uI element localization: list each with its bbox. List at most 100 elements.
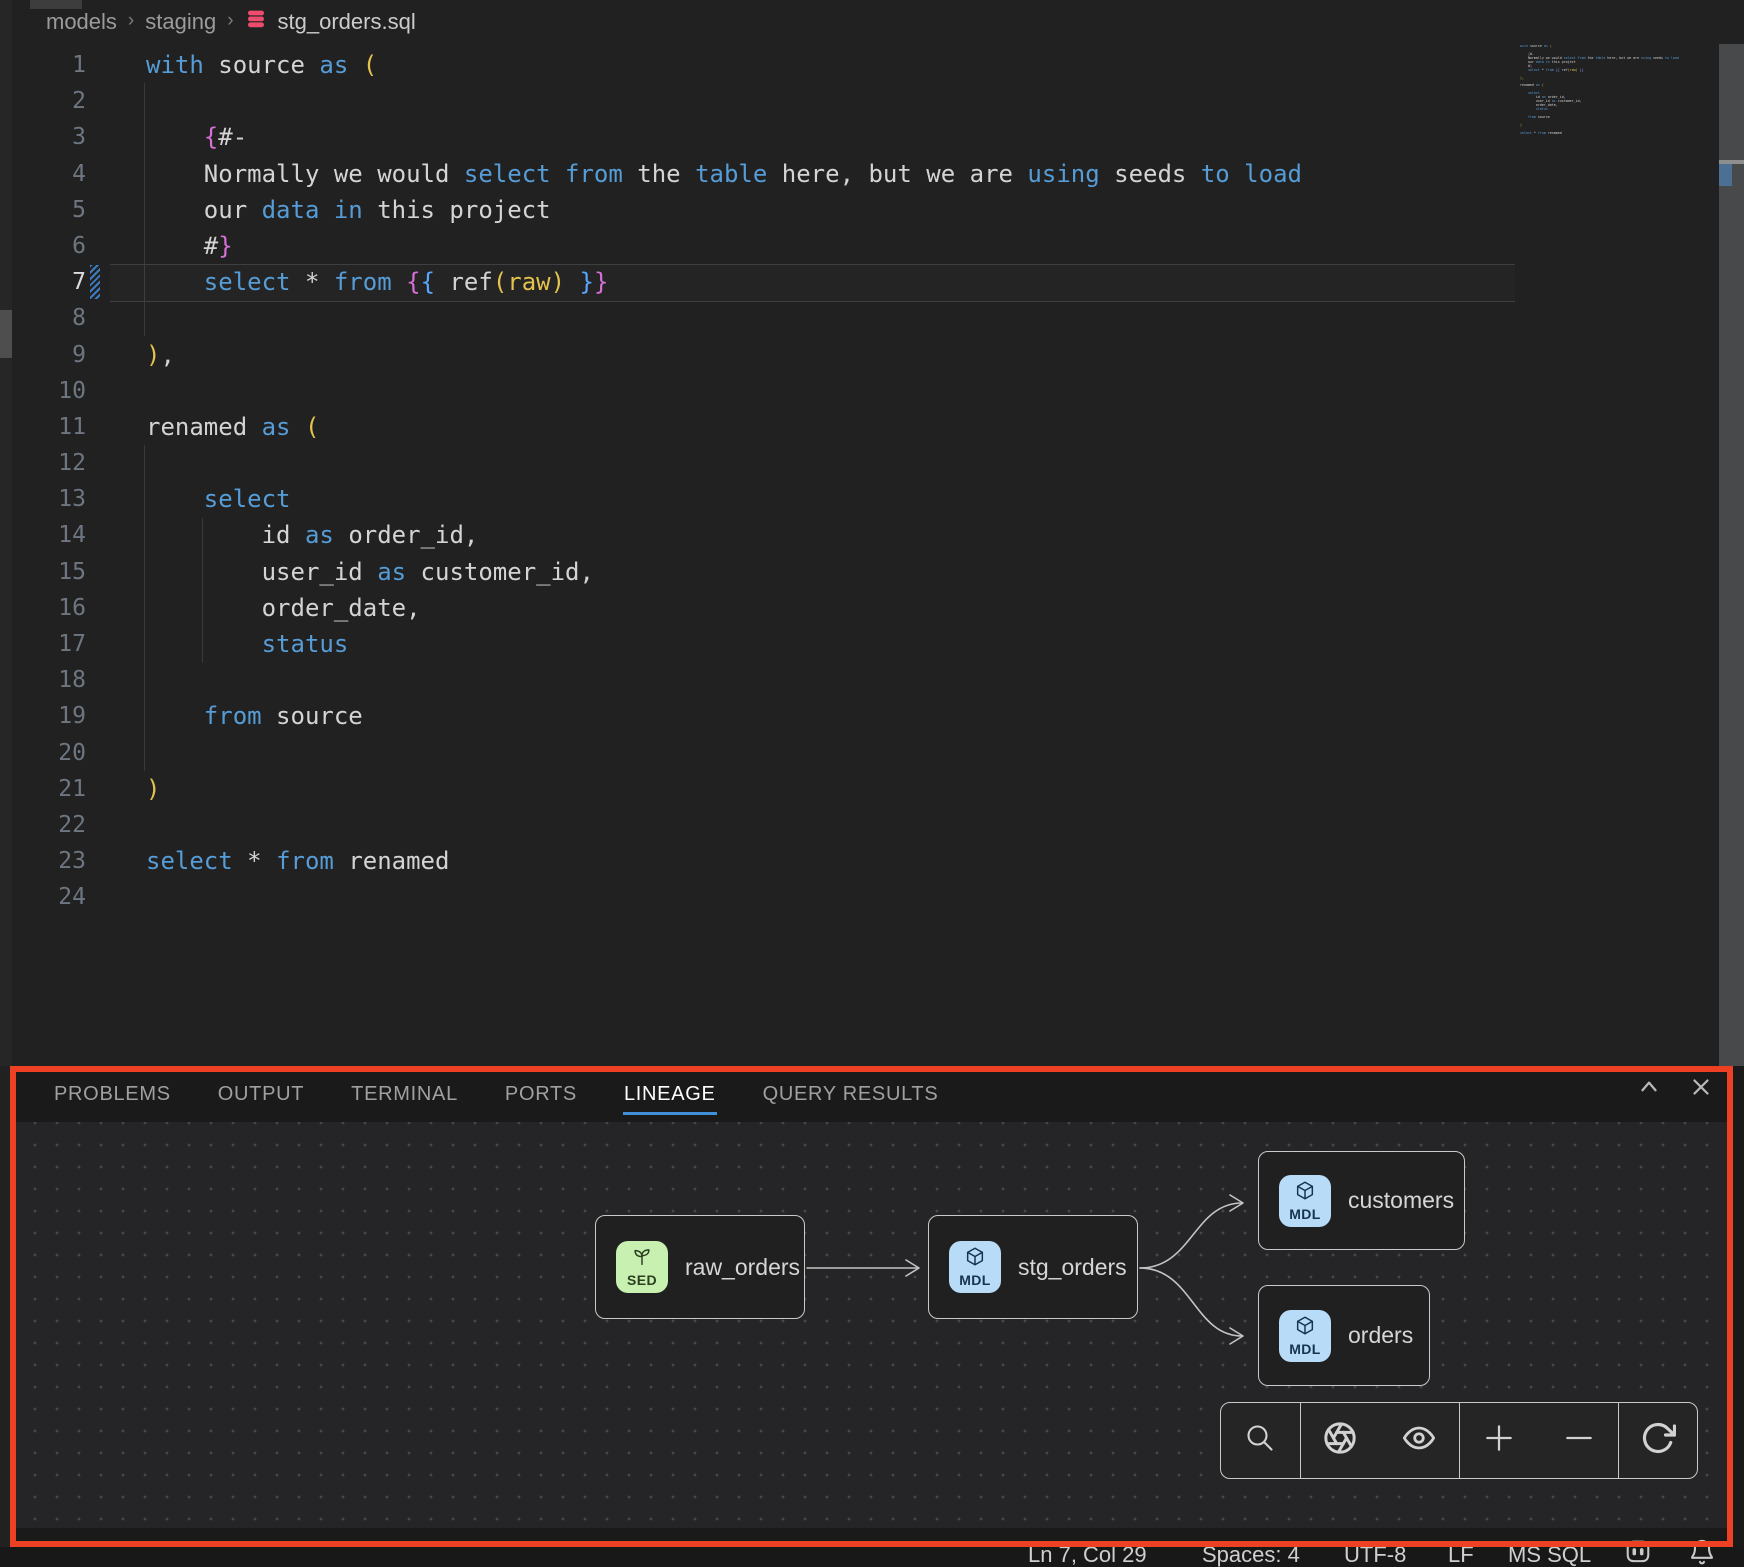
code-editor[interactable]: 1with source as (23 {#-4 Normally we wou… <box>12 44 1512 1069</box>
code-line: 3 {#- <box>12 119 1512 155</box>
tab-query-results[interactable]: QUERY RESULTS <box>763 1081 939 1107</box>
zoom-in-button[interactable] <box>1460 1403 1539 1478</box>
code-line: 22 <box>12 807 1512 843</box>
line-number: 2 <box>12 83 86 119</box>
lineage-edge <box>1140 1268 1242 1336</box>
line-number: 1 <box>12 47 86 83</box>
status-item-lf[interactable]: LF <box>1448 1542 1474 1567</box>
line-number: 22 <box>12 807 86 843</box>
eye-icon <box>1400 1422 1438 1459</box>
tab-terminal[interactable]: TERMINAL <box>351 1081 458 1107</box>
line-number: 10 <box>12 373 86 409</box>
line-number: 11 <box>12 409 86 445</box>
badge-label: MDL <box>1289 1342 1321 1357</box>
copilot-icon[interactable] <box>1622 1538 1654 1567</box>
vscode-window: models›staging› stg_orders.sql 1with sou… <box>0 0 1744 1567</box>
line-number: 21 <box>12 771 86 807</box>
code-line: 18 <box>12 662 1512 698</box>
node-label: stg_orders <box>1018 1254 1127 1281</box>
lineage-node-customers[interactable]: MDLcustomers <box>1258 1151 1465 1250</box>
breadcrumb-item-models[interactable]: models <box>46 9 117 35</box>
line-number: 18 <box>12 662 86 698</box>
refresh-button[interactable] <box>1619 1403 1697 1478</box>
status-item-spaces[interactable]: Spaces: 4 <box>1202 1542 1300 1567</box>
scrollbar[interactable] <box>1719 44 1744 1066</box>
code-line: 21) <box>12 771 1512 807</box>
tab-ports[interactable]: PORTS <box>505 1081 577 1107</box>
line-number: 6 <box>12 228 86 264</box>
minimap[interactable]: with source as ( {#- Normally we would s… <box>1520 45 1705 155</box>
search-icon <box>1243 1421 1277 1460</box>
line-number: 24 <box>12 879 86 915</box>
sed-badge: SED <box>616 1241 668 1293</box>
tab-problems[interactable]: PROBLEMS <box>54 1081 171 1107</box>
code-line: 16 order_date, <box>12 590 1512 626</box>
left-scrollbar-thumb[interactable] <box>0 310 12 358</box>
zoom-in-icon <box>1482 1421 1516 1460</box>
aperture-icon <box>1323 1421 1357 1460</box>
breadcrumb-file[interactable]: stg_orders.sql <box>278 9 416 35</box>
code-text: ), <box>146 337 175 373</box>
line-number: 15 <box>12 554 86 590</box>
line-number: 23 <box>12 843 86 879</box>
code-text: select * from {{ ref(raw) }} <box>146 264 608 300</box>
tab-lineage[interactable]: LINEAGE <box>624 1081 716 1107</box>
eye-button[interactable] <box>1380 1403 1459 1478</box>
code-text: order_date, <box>146 590 421 626</box>
line-number: 8 <box>12 300 86 336</box>
code-line: 4 Normally we would select from the tabl… <box>12 156 1512 192</box>
zoom-out-icon <box>1562 1421 1596 1460</box>
status-item-utf-8[interactable]: UTF-8 <box>1344 1542 1406 1567</box>
cube-icon <box>1294 1180 1316 1207</box>
lineage-node-raw_orders[interactable]: SEDraw_orders <box>595 1215 805 1319</box>
lineage-toolbar <box>1220 1402 1698 1479</box>
mdl-badge: MDL <box>1279 1310 1331 1362</box>
code-line: 13 select <box>12 481 1512 517</box>
code-line: 10 <box>12 373 1512 409</box>
toolbar-group <box>1300 1403 1459 1478</box>
bottom-panel: PROBLEMS OUTPUT TERMINAL PORTS LINEAGE QUERY … <box>12 1066 1744 1547</box>
status-item-ms[interactable]: MS SQL <box>1508 1542 1591 1567</box>
code-line: 5 our data in this project <box>12 192 1512 228</box>
aperture-button[interactable] <box>1301 1403 1380 1478</box>
lineage-node-orders[interactable]: MDL orders <box>1258 1285 1430 1386</box>
notifications-icon[interactable] <box>1688 1538 1716 1567</box>
code-text: {#- <box>146 119 247 155</box>
status-item-ln[interactable]: Ln 7, Col 29 <box>1028 1542 1147 1567</box>
status-bar: Ln 7, Col 29Spaces: 4UTF-8LFMS SQL <box>0 1547 1744 1567</box>
toolbar-group <box>1618 1403 1697 1478</box>
search-button[interactable] <box>1221 1403 1300 1478</box>
line-number: 19 <box>12 698 86 734</box>
code-line: 8 <box>12 300 1512 336</box>
line-number: 3 <box>12 119 86 155</box>
zoom-out-button[interactable] <box>1539 1403 1618 1478</box>
code-line: 7 select * from {{ ref(raw) }} <box>12 264 1512 300</box>
code-text: #} <box>146 228 233 264</box>
node-label: orders <box>1348 1322 1413 1349</box>
code-line: 24 <box>12 879 1512 915</box>
code-text: renamed as ( <box>146 409 319 445</box>
breadcrumb-item-staging[interactable]: staging <box>145 9 216 35</box>
overview-modified-marker <box>1719 164 1732 186</box>
code-line: 20 <box>12 735 1512 771</box>
code-line: 9), <box>12 337 1512 373</box>
code-text: select <box>146 481 291 517</box>
close-panel-button[interactable] <box>1688 1074 1714 1105</box>
code-line: 15 user_id as customer_id, <box>12 554 1512 590</box>
code-text: from source <box>146 698 363 734</box>
code-line: 11 renamed as ( <box>12 409 1512 445</box>
code-text: our data in this project <box>146 192 551 228</box>
breadcrumb-separator-icon: › <box>128 10 134 32</box>
node-label: customers <box>1348 1187 1454 1214</box>
mdl-badge: MDL <box>949 1241 1001 1293</box>
panel-tab-bar: PROBLEMS OUTPUT TERMINAL PORTS LINEAGE QUERY … <box>12 1066 1744 1122</box>
breadcrumb: models›staging› stg_orders.sql <box>12 0 1744 44</box>
lineage-node-stg_orders[interactable]: MDL stg_orders <box>928 1215 1138 1319</box>
line-number: 7 <box>12 264 86 300</box>
tab-output[interactable]: OUTPUT <box>218 1081 304 1107</box>
database-icon <box>245 8 267 36</box>
line-number: 14 <box>12 517 86 553</box>
collapse-panel-button[interactable] <box>1636 1074 1662 1105</box>
cube-icon <box>1294 1315 1316 1342</box>
lineage-canvas[interactable]: SEDraw_ordersMDLstg_ordersMDLcustomersMD… <box>16 1122 1728 1528</box>
